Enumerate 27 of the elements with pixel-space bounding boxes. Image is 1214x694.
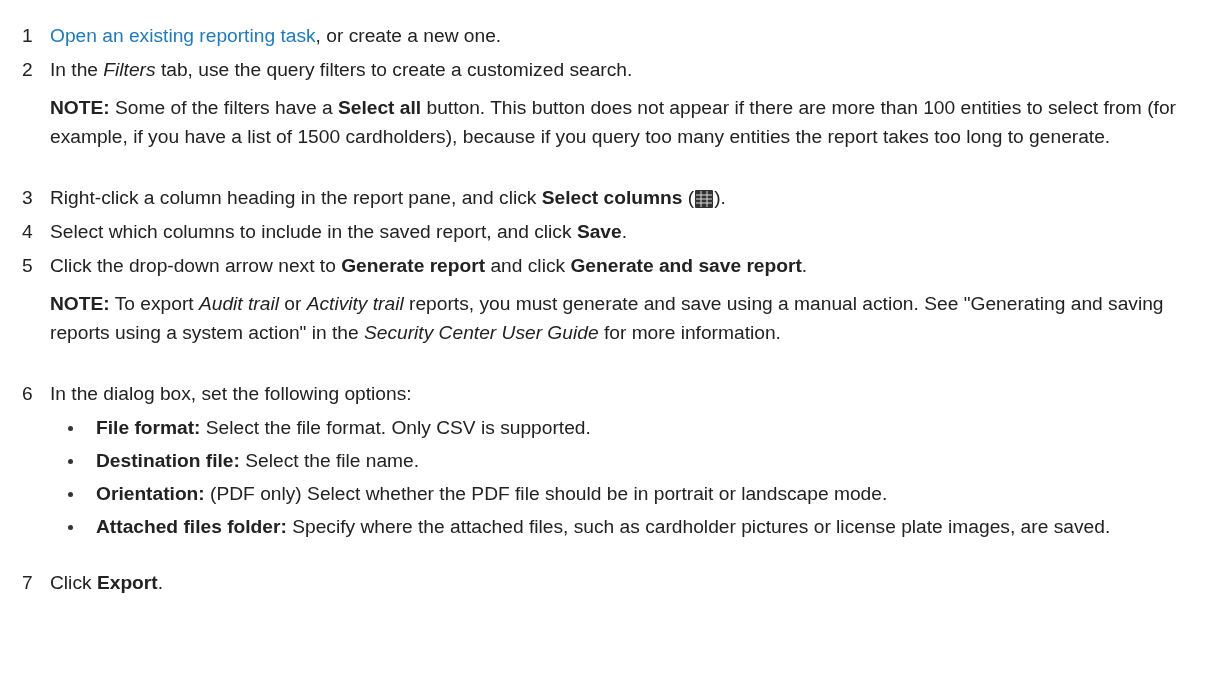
note-text: NOTE: Some of the filters have a Select all button. This button does not appear if there are more than 100 entities to select from (for example, if you have a list of 1500 cardholders), because if you query too many entities the report takes too long to generate. (50, 96, 1177, 149)
bullet-icon (68, 492, 73, 497)
step-number: 7 (21, 571, 34, 595)
columns-icon (695, 189, 714, 208)
step-number: 1 (21, 24, 34, 48)
link[interactable]: Open an existing reporting task (50, 25, 316, 46)
step-text: Click the drop-down arrow next to Generate report and click Generate and save report. (50, 255, 808, 276)
step-text: In the Filters tab, use the query filters to create a customized search. (50, 59, 633, 80)
step-number: 3 (21, 186, 34, 210)
step-text: In the dialog box, set the following options: (50, 383, 412, 404)
step-text: Right-click a column heading in the report pane, and click Select columns ( (50, 187, 695, 208)
bullet-icon (68, 459, 73, 464)
step-number: 6 (21, 382, 34, 406)
step-text: Select which columns to include in the saved report, and click Save. (50, 221, 628, 242)
bullet-icon (68, 426, 73, 431)
step-text: , or create a new one. (315, 25, 502, 46)
bullet-text: Attached files folder: Specify where the attached files, such as cardholder pictures or license plate images, are saved. (96, 515, 1112, 539)
step-number: 5 (21, 254, 34, 278)
step-text: ). (714, 187, 726, 208)
step-number: 4 (21, 220, 34, 244)
bullet-text: Orientation: (PDF only) Select whether the PDF file should be in portrait or landscape mode. (96, 482, 889, 506)
note-text: NOTE: To export Audit trail or Activity trail reports, you must generate and save using a manual action. See "Generating and saving reports using a system action" in the Security Center User Guide for more information. (50, 292, 1165, 345)
step-number: 2 (21, 58, 34, 82)
step-text: Click Export. (50, 572, 164, 593)
bullet-text: File format: Select the file format. Only CSV is supported. (96, 416, 592, 440)
bullet-text: Destination file: Select the file name. (96, 449, 421, 473)
bullet-icon (68, 525, 73, 530)
